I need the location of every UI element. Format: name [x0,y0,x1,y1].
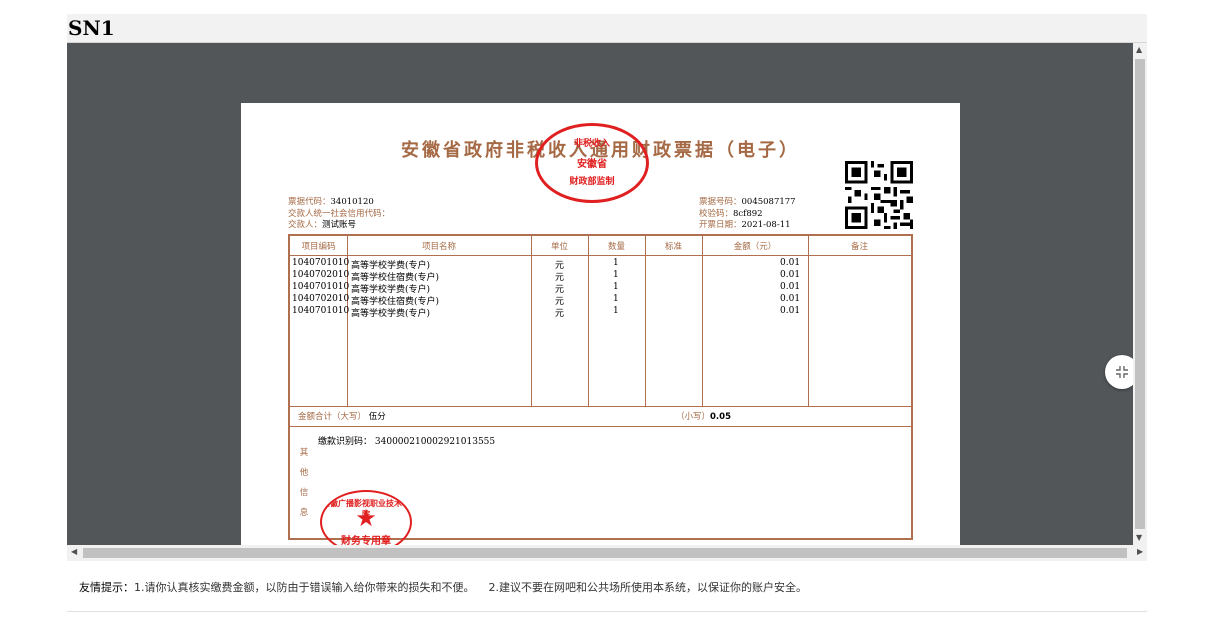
star-icon: ★ [355,504,377,532]
header-amount: 金额（元） [733,242,777,252]
row-code: 1040701010 [292,306,350,316]
finance-supervision-stamp: 非税收入 安徽省 财政部监制 [535,123,649,203]
header-note: 备注 [850,242,868,252]
horizontal-scrollbar[interactable]: ◀ ▶ [67,545,1147,561]
tip-label: 友情提示： [79,581,134,594]
header-std: 标准 [664,242,682,252]
row-name: 高等学校学费(专户) [351,309,431,319]
scroll-left-icon[interactable]: ◀ [71,547,77,556]
row-amount: 0.01 [780,282,801,292]
stamp-text: 财务专用章 [341,536,391,545]
header-unit: 单位 [550,242,568,252]
qr-code-icon [845,161,913,229]
title-bar: SN1 [67,14,1147,43]
vertical-scrollbar[interactable]: ▲ ▼ [1133,43,1147,545]
row-qty: 1 [613,306,619,316]
invoice-number: 票据号码：0045087177 [699,197,796,207]
row-amount: 0.01 [780,306,801,316]
row-qty: 1 [613,282,619,292]
row-amount: 0.01 [780,270,801,280]
invoice-table: 项目编码 项目名称 单位 数量 标准 金额（元） 备注 1040701010 高… [288,234,913,545]
stamp-text: 非税收入 [573,139,610,149]
divider [67,611,1147,612]
payer: 交款人：测试账号 [288,220,357,230]
total-upper: 金额合计（大写） 伍分 [298,412,386,422]
friendly-tip: 友情提示：1.请你认真核实缴费金额，以防由于错误输入给你带来的损失和不便。 2.… [79,579,807,595]
row-code: 1040702010 [292,270,350,280]
row-qty: 1 [613,294,619,304]
college-finance-stamp: 安徽广播影视职业技术学院 ★ 财务专用章 [320,490,412,545]
stamp-text: 财政部监制 [569,177,615,187]
invoice-page: 安徽省政府非税收入通用财政票据（电子） 非税收入 安徽省 财政部监制 票据代码：… [241,103,960,545]
row-amount: 0.01 [780,258,801,268]
scroll-right-icon[interactable]: ▶ [1137,547,1143,556]
issue-date: 开票日期：2021-08-11 [699,220,791,230]
header-name: 项目名称 [421,242,456,252]
scroll-up-icon[interactable]: ▲ [1136,45,1142,54]
collapse-arrows-icon [1116,366,1128,378]
row-unit: 元 [555,309,565,319]
scrollbar-thumb[interactable] [83,548,1127,558]
row-qty: 1 [613,270,619,280]
tip-text-2: 2.建议不要在网吧和公共场所使用本系统，以保证你的账户安全。 [488,581,808,594]
invoice-code: 票据代码：34010120 [288,197,374,207]
other-info-char: 其 [299,448,309,458]
payment-ident: 缴款识别码： 340000210002921013555 [318,437,496,447]
scroll-down-icon[interactable]: ▼ [1136,533,1142,542]
row-amount: 0.01 [780,294,801,304]
header-qty: 数量 [607,242,625,252]
other-info-char: 他 [299,468,309,478]
stamp-text: 安徽省 [577,159,607,170]
total-small: （小写）0.05 [676,412,731,422]
pdf-viewer[interactable]: 安徽省政府非税收入通用财政票据（电子） 非税收入 安徽省 财政部监制 票据代码：… [67,43,1133,545]
other-info-char: 信 [299,488,309,498]
other-info-char: 息 [299,508,309,518]
row-qty: 1 [613,258,619,268]
row-code: 1040702010 [292,294,350,304]
row-code: 1040701010 [292,282,350,292]
row-code: 1040701010 [292,258,350,268]
scrollbar-thumb[interactable] [1135,59,1145,529]
header-code: 项目编码 [301,242,336,252]
window-title: SN1 [68,16,115,40]
tip-text-1: 1.请你认真核实缴费金额，以防由于错误输入给你带来的损失和不便。 [134,581,475,594]
